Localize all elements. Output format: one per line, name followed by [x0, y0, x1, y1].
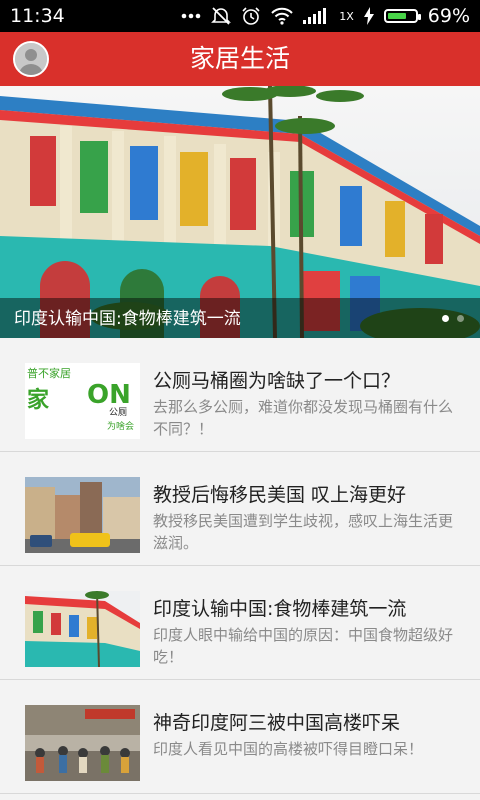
article-description: 去那么多公厕，难道你都没发现马桶圈有什么不同？！ — [153, 398, 454, 438]
thumb-text: 普不家居 — [27, 366, 71, 380]
alarm-icon — [241, 6, 261, 26]
banner-page-indicator — [442, 315, 464, 322]
article-description: 印度人眼中输给中国的原因：中国食物超级好吃！ — [153, 626, 454, 666]
featured-banner[interactable]: 印度认输中国:食物棒建筑一流 — [0, 86, 480, 338]
article-title: 公厕马桶圈为啥缺了一个口？ — [153, 370, 401, 392]
article-title: 神奇印度阿三被中国高楼吓呆 — [153, 712, 401, 734]
article-thumbnail — [25, 591, 140, 667]
status-icons: 1X 69% — [181, 5, 470, 27]
status-time: 11:34 — [10, 5, 65, 27]
article-description: 教授移民美国遭到学生歧视，感叹上海生活更滋润。 — [153, 512, 454, 552]
article-title: 印度认输中国:食物棒建筑一流 — [153, 598, 407, 620]
thumb-text: 为啥会 — [107, 420, 134, 432]
article-title: 教授后悔移民美国 叹上海更好 — [153, 484, 407, 506]
signal-icon — [303, 8, 329, 24]
article-description: 印度人看见中国的高楼被吓得目瞪口呆！ — [153, 740, 424, 758]
more-dots-icon — [181, 13, 201, 19]
thumb-text: ON — [87, 380, 131, 410]
banner-caption: 印度认输中国:食物棒建筑一流 — [14, 309, 241, 329]
thumb-text: 公厕 — [109, 407, 127, 418]
charging-icon — [363, 7, 374, 25]
status-bar: 11:34 1X 69% — [0, 0, 480, 32]
thumb-text: 家 — [27, 387, 50, 413]
list-item[interactable]: 印度认输中国:食物棒建筑一流 印度人眼中输给中国的原因：中国食物超级好吃！ — [0, 566, 480, 680]
article-thumbnail — [25, 477, 140, 553]
article-list: 普不家居 家 ON 公厕 为啥会 公厕马桶圈为啥缺了一个口？ 去那么多公厕，难道… — [0, 338, 480, 794]
page-dot[interactable] — [442, 315, 449, 322]
mute-icon — [211, 6, 232, 26]
battery-icon — [383, 9, 421, 23]
network-type: 1X — [339, 9, 354, 23]
wifi-icon — [271, 7, 293, 25]
list-item[interactable]: 教授后悔移民美国 叹上海更好 教授移民美国遭到学生歧视，感叹上海生活更滋润。 — [0, 452, 480, 566]
article-thumbnail — [25, 705, 140, 781]
battery-percent: 69% — [427, 5, 470, 27]
list-item[interactable]: 普不家居 家 ON 公厕 为啥会 公厕马桶圈为啥缺了一个口？ 去那么多公厕，难道… — [0, 338, 480, 452]
page-dot[interactable] — [457, 315, 464, 322]
article-thumbnail: 普不家居 家 ON 公厕 为啥会 — [25, 363, 140, 439]
list-item[interactable]: 神奇印度阿三被中国高楼吓呆 印度人看见中国的高楼被吓得目瞪口呆！ — [0, 680, 480, 794]
app-header: 家居生活 — [0, 32, 480, 86]
page-title: 家居生活 — [189, 44, 290, 73]
